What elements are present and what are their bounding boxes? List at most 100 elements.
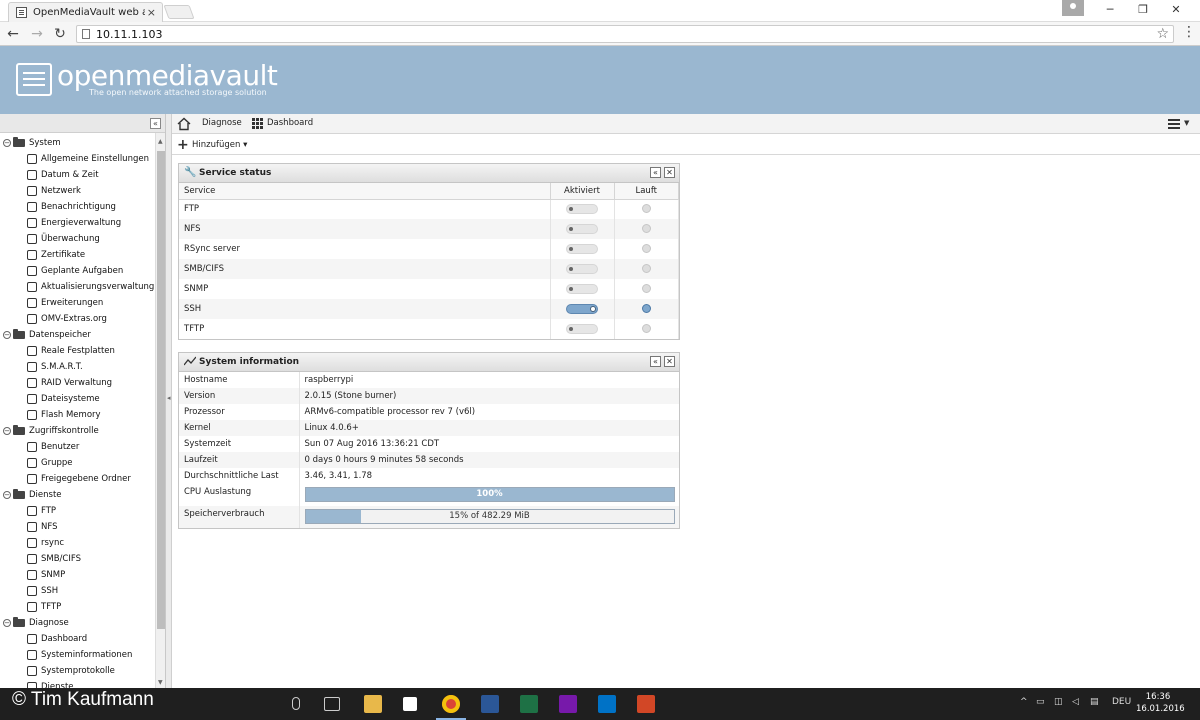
table-row[interactable]: SSH — [179, 299, 679, 319]
sidebar-item-dashboard[interactable]: Dashboard — [0, 631, 154, 647]
sidebar-item-freigegebene-ordner[interactable]: Freigegebene Ordner — [0, 471, 154, 487]
expand-collapse-icon[interactable]: − — [3, 139, 11, 147]
sidebar-item-omv-extras-org[interactable]: OMV-Extras.org — [0, 311, 154, 327]
bookmark-star-icon[interactable]: ☆ — [1156, 26, 1169, 42]
browser-menu-icon[interactable]: ⋮ — [1182, 24, 1196, 40]
hamburger-menu-icon[interactable] — [1168, 119, 1180, 129]
store-icon[interactable] — [403, 697, 417, 711]
panel-collapse-button[interactable]: « — [650, 356, 661, 367]
tray-battery-icon[interactable]: ▭ — [1036, 697, 1045, 707]
forward-button[interactable]: → — [28, 25, 46, 43]
table-row[interactable]: SMB/CIFS — [179, 259, 679, 279]
restore-button[interactable]: ❐ — [1130, 1, 1156, 19]
home-icon[interactable] — [177, 117, 191, 131]
sidebar-item-snmp[interactable]: SNMP — [0, 567, 154, 583]
sidebar-item-systemprotokolle[interactable]: Systemprotokolle — [0, 663, 154, 679]
panel-close-button[interactable]: ✕ — [664, 356, 675, 367]
sidebar-item-dateisysteme[interactable]: Dateisysteme — [0, 391, 154, 407]
sidebar-scrollbar[interactable]: ▲ ▼ — [155, 133, 165, 688]
scrollbar-thumb[interactable] — [157, 151, 165, 629]
sidebar-item-allgemeine-einstellungen[interactable]: Allgemeine Einstellungen — [0, 151, 154, 167]
sidebar-item-gruppe[interactable]: Gruppe — [0, 455, 154, 471]
chart-line-icon — [183, 356, 197, 369]
info-key: Prozessor — [179, 404, 300, 420]
expand-collapse-icon[interactable]: − — [3, 619, 11, 627]
sidebar-group-datenspeicher[interactable]: − Datenspeicher — [0, 327, 154, 343]
tray-notification-icon[interactable]: ▤ — [1090, 697, 1099, 707]
file-explorer-icon[interactable] — [364, 695, 382, 713]
sidebar-item-reale-festplatten[interactable]: Reale Festplatten — [0, 343, 154, 359]
browser-tab[interactable]: OpenMediaVault web administration × — [8, 2, 163, 22]
sidebar-item-rsync[interactable]: rsync — [0, 535, 154, 551]
table-row[interactable]: FTP — [179, 199, 679, 219]
scroll-up-icon[interactable]: ▲ — [158, 138, 163, 145]
menu-caret-icon[interactable]: ▼ — [1184, 119, 1189, 127]
expand-collapse-icon[interactable]: − — [3, 491, 11, 499]
sidebar-item-zertifikate[interactable]: Zertifikate — [0, 247, 154, 263]
expand-collapse-icon[interactable]: − — [3, 427, 11, 435]
back-button[interactable]: ← — [4, 25, 22, 43]
column-header-running[interactable]: Lauft — [614, 183, 679, 200]
breadcrumb-dashboard[interactable]: Dashboard — [267, 118, 313, 128]
tray-chevron-icon[interactable]: ^ — [1020, 697, 1028, 707]
table-row[interactable]: NFS — [179, 219, 679, 239]
sidebar-item-energieverwaltung[interactable]: Energieverwaltung — [0, 215, 154, 231]
sidebar-group-dienste[interactable]: − Dienste — [0, 487, 154, 503]
sidebar-item-flash-memory[interactable]: Flash Memory — [0, 407, 154, 423]
panel-close-button[interactable]: ✕ — [664, 167, 675, 178]
excel-icon[interactable] — [520, 695, 538, 713]
add-widget-button[interactable]: + Hinzufügen ▾ — [177, 138, 247, 152]
powerpoint-icon[interactable] — [637, 695, 655, 713]
sidebar-collapse-button[interactable]: « — [150, 118, 161, 129]
sidebar-item-dienste[interactable]: Dienste — [0, 679, 154, 688]
sidebar-item-tftp[interactable]: TFTP — [0, 599, 154, 615]
sidebar-item-netzwerk[interactable]: Netzwerk — [0, 183, 154, 199]
column-header-enabled[interactable]: Aktiviert — [550, 183, 615, 200]
new-tab-button[interactable] — [163, 5, 195, 19]
sidebar-item-s-m-a-r-t-[interactable]: S.M.A.R.T. — [0, 359, 154, 375]
window-close-button[interactable]: ✕ — [1163, 1, 1189, 19]
tray-volume-icon[interactable]: ◁ — [1072, 697, 1079, 707]
taskbar-clock[interactable]: 16:36 16.01.2016 — [1136, 691, 1185, 715]
sidebar-item-ftp[interactable]: FTP — [0, 503, 154, 519]
sidebar-item-nfs[interactable]: NFS — [0, 519, 154, 535]
sidebar-group-diagnose[interactable]: − Diagnose — [0, 615, 154, 631]
sidebar-group-system[interactable]: − System — [0, 135, 154, 151]
chrome-icon[interactable] — [436, 695, 466, 720]
network-icon — [27, 186, 37, 196]
sidebar-item-datum-zeit[interactable]: Datum & Zeit — [0, 167, 154, 183]
sidebar-item-raid-verwaltung[interactable]: RAID Verwaltung — [0, 375, 154, 391]
sidebar-item-smb-cifs[interactable]: SMB/CIFS — [0, 551, 154, 567]
folder-open-icon — [13, 425, 25, 435]
sidebar-item-benachrichtigung[interactable]: Benachrichtigung — [0, 199, 154, 215]
sidebar-item-benutzer[interactable]: Benutzer — [0, 439, 154, 455]
expand-collapse-icon[interactable]: − — [3, 331, 11, 339]
onenote-icon[interactable] — [559, 695, 577, 713]
sidebar-item-aktualisierungsverwaltung[interactable]: Aktualisierungsverwaltung — [0, 279, 154, 295]
microphone-icon[interactable] — [292, 697, 300, 710]
sidebar-group-zugriffskontrolle[interactable]: − Zugriffskontrolle — [0, 423, 154, 439]
table-row[interactable]: TFTP — [179, 319, 679, 339]
sidebar-item-geplante-aufgaben[interactable]: Geplante Aufgaben — [0, 263, 154, 279]
reload-button[interactable]: ↻ — [51, 25, 69, 43]
table-row[interactable]: RSync server — [179, 239, 679, 259]
outlook-icon[interactable] — [598, 695, 616, 713]
scroll-down-icon[interactable]: ▼ — [158, 679, 163, 686]
url-field[interactable]: 10.11.1.103 ☆ — [76, 25, 1174, 43]
sidebar-item--berwachung[interactable]: Überwachung — [0, 231, 154, 247]
sidebar-item-erweiterungen[interactable]: Erweiterungen — [0, 295, 154, 311]
table-row[interactable]: SNMP — [179, 279, 679, 299]
minimize-button[interactable]: ─ — [1097, 1, 1123, 19]
task-view-icon[interactable] — [324, 697, 340, 711]
terminal-icon — [27, 586, 37, 596]
user-profile-icon[interactable] — [1062, 0, 1084, 16]
word-icon[interactable] — [481, 695, 499, 713]
sidebar-item-systeminformationen[interactable]: Systeminformationen — [0, 647, 154, 663]
panel-collapse-button[interactable]: « — [650, 167, 661, 178]
breadcrumb-diagnose[interactable]: Diagnose — [202, 118, 242, 128]
sidebar-item-ssh[interactable]: SSH — [0, 583, 154, 599]
tray-network-icon[interactable]: ◫ — [1054, 697, 1063, 707]
tray-language[interactable]: DEU — [1112, 697, 1131, 707]
column-header-service[interactable]: Service — [179, 183, 551, 200]
tab-close-icon[interactable]: × — [147, 6, 156, 19]
